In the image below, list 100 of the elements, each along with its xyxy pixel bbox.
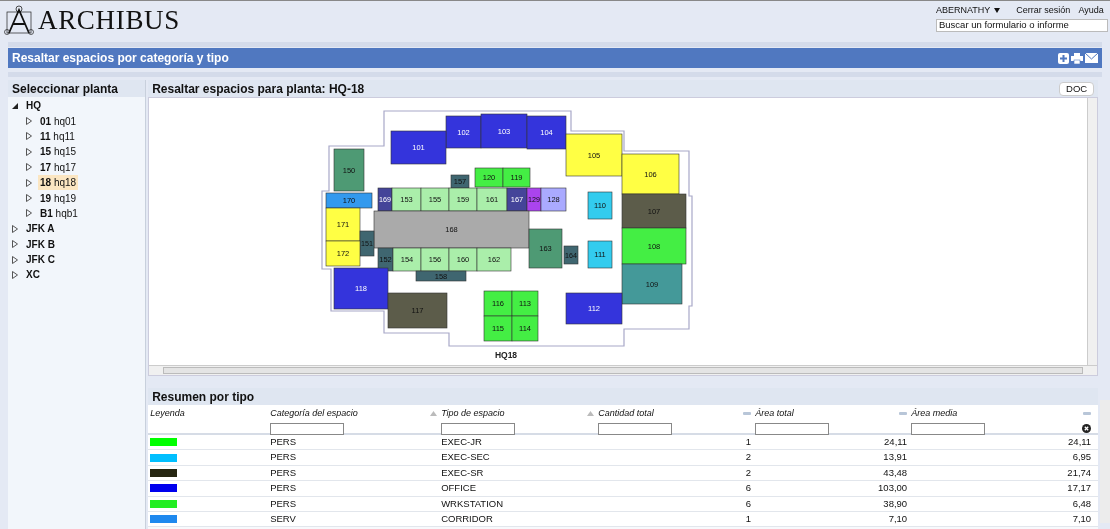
table-cell: 2 <box>745 466 752 478</box>
caret-icon <box>994 8 1001 13</box>
panel-title: Resaltar espacios para planta: HQ-18 <box>152 80 365 98</box>
room[interactable] <box>587 191 613 220</box>
room[interactable] <box>420 247 450 272</box>
table-cell: PERS <box>270 482 296 494</box>
room[interactable] <box>483 315 513 342</box>
table-cell: 38,90 <box>883 497 908 509</box>
room[interactable] <box>528 228 563 269</box>
header-link[interactable]: Cerrar sesión <box>1016 3 1071 18</box>
tree-item[interactable]: 11 hq11 <box>38 128 77 144</box>
room[interactable] <box>333 267 389 310</box>
table-cell: SERV <box>270 513 296 524</box>
search-field[interactable]: Buscar un formulario o informe <box>936 19 1108 32</box>
room[interactable] <box>448 187 478 212</box>
room[interactable] <box>415 270 467 282</box>
column-header[interactable]: Categoría del espacio <box>270 407 358 421</box>
add-icon[interactable] <box>1058 52 1069 64</box>
table-cell: OFFICE <box>441 482 476 494</box>
room[interactable] <box>480 113 528 149</box>
page-title: Resaltar espacios por categoría y tipo <box>12 50 229 67</box>
table-cell: PERS <box>270 451 296 463</box>
room[interactable] <box>325 207 361 242</box>
room[interactable] <box>511 315 539 342</box>
horizontal-scrollbar[interactable] <box>149 365 1098 375</box>
room[interactable] <box>476 247 512 272</box>
table-cell: 13,91 <box>883 451 908 463</box>
room[interactable] <box>448 247 478 272</box>
print-icon[interactable] <box>1071 52 1083 64</box>
room[interactable] <box>377 187 393 212</box>
room[interactable] <box>333 148 365 192</box>
column-header[interactable]: Tipo de espacio <box>441 407 505 421</box>
logo: ARCHIBUS <box>38 6 180 34</box>
tree-item[interactable]: JFK B <box>24 236 57 252</box>
room[interactable] <box>506 187 528 212</box>
email-icon[interactable] <box>1085 53 1098 63</box>
table-cell: 6,48 <box>1072 497 1092 509</box>
column-header[interactable]: Área media <box>911 407 958 421</box>
room[interactable] <box>390 130 447 165</box>
tree-item[interactable]: 17 hq17 <box>38 159 79 175</box>
room[interactable] <box>563 245 579 265</box>
tree-item[interactable]: JFK C <box>24 252 57 268</box>
tree-item[interactable]: 19 hq19 <box>38 190 79 206</box>
table-cell: PERS <box>270 497 296 509</box>
expanded-icon[interactable] <box>12 102 18 109</box>
logo-icon <box>4 5 34 35</box>
room[interactable] <box>445 115 482 149</box>
doc-button[interactable]: DOC <box>1059 81 1095 96</box>
room[interactable] <box>565 292 623 325</box>
tree-item[interactable]: JFK A <box>24 221 57 237</box>
room[interactable] <box>325 240 361 267</box>
room[interactable] <box>621 227 687 265</box>
room[interactable] <box>476 187 508 212</box>
panel-title: Resumen por tipo <box>152 388 255 406</box>
room[interactable] <box>540 187 567 212</box>
table-cell: 6 <box>745 497 752 509</box>
table-cell: 7,10 <box>888 513 908 524</box>
vertical-scrollbar[interactable] <box>1087 98 1098 365</box>
filter-field[interactable] <box>598 422 673 435</box>
room[interactable] <box>387 292 448 329</box>
filter-field[interactable] <box>441 422 516 435</box>
tree-item[interactable]: 01 hq01 <box>38 113 79 129</box>
table-cell: PERS <box>270 466 296 478</box>
column-header[interactable]: Área total <box>755 407 794 421</box>
filter-field[interactable] <box>911 422 986 435</box>
table-cell: 1 <box>745 436 752 448</box>
table-cell: 43,48 <box>883 466 908 478</box>
filter-field[interactable] <box>270 422 345 435</box>
filter-field[interactable] <box>755 422 830 435</box>
tree-item[interactable]: 15 hq15 <box>38 144 79 160</box>
tree-item[interactable]: HQ <box>24 98 43 114</box>
table-cell: 6,95 <box>1072 451 1092 463</box>
room[interactable] <box>621 153 680 195</box>
header-link[interactable]: Ayuda <box>1078 3 1104 18</box>
tree-item[interactable]: XC <box>24 267 42 283</box>
room[interactable] <box>526 115 567 150</box>
table-cell: 1 <box>745 513 752 524</box>
room[interactable] <box>420 187 450 212</box>
panel-title: Seleccionar planta <box>12 80 119 98</box>
room[interactable] <box>587 240 613 269</box>
room[interactable] <box>511 290 539 317</box>
clear-icon[interactable] <box>1082 424 1092 433</box>
table-cell: 17,17 <box>1067 482 1092 494</box>
user-menu[interactable]: ABERNATHY <box>936 3 1001 18</box>
table-cell: WRKSTATION <box>441 497 504 509</box>
room[interactable] <box>502 167 531 188</box>
room[interactable] <box>392 247 422 272</box>
room[interactable] <box>621 263 683 305</box>
tree-item[interactable]: B1 hqb1 <box>38 205 80 221</box>
room[interactable] <box>325 192 373 209</box>
column-header[interactable]: Cantidad total <box>598 407 654 421</box>
column-header[interactable]: Leyenda <box>150 407 185 421</box>
floor-label: HQ18 <box>495 350 518 360</box>
tree-item[interactable]: 18 hq18 <box>38 175 79 191</box>
room[interactable] <box>483 290 513 317</box>
room[interactable] <box>526 187 542 212</box>
room[interactable] <box>621 193 687 229</box>
room[interactable] <box>359 230 375 257</box>
table-cell: 21,74 <box>1067 466 1092 478</box>
room[interactable] <box>474 167 504 188</box>
